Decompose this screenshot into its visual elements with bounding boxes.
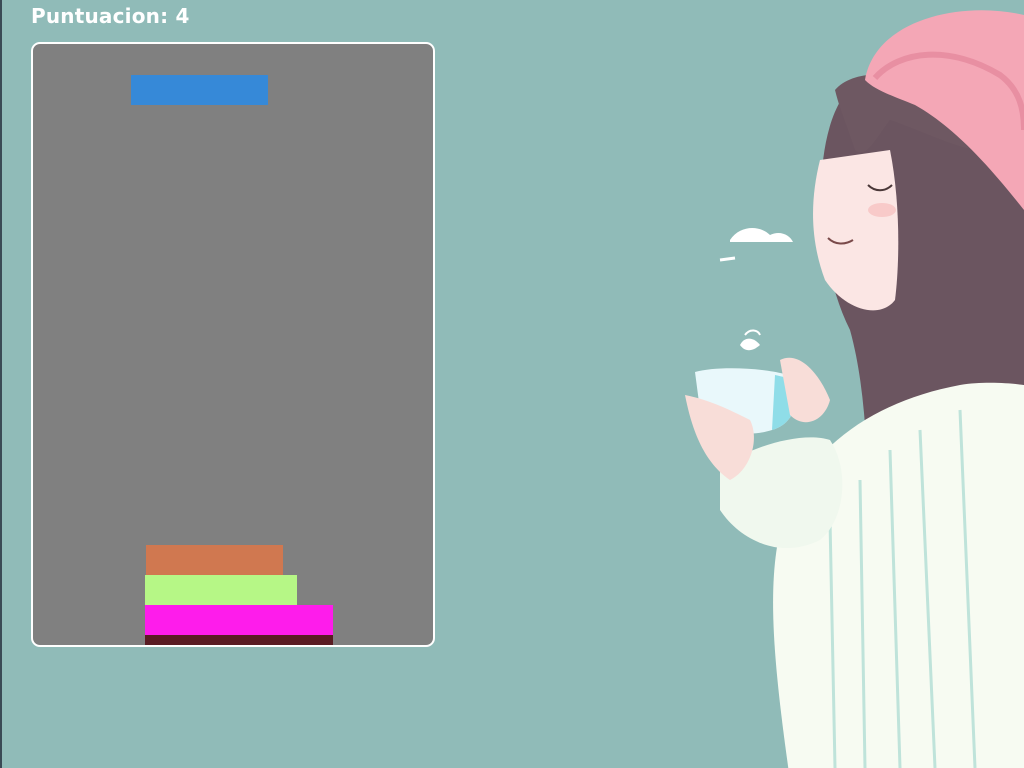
stacked-block [146, 545, 283, 575]
falling-block [131, 75, 268, 105]
background-illustration [685, 10, 1024, 768]
game-board[interactable] [31, 42, 435, 647]
window-edge [0, 0, 2, 768]
score-label: Puntuacion: 4 [31, 4, 190, 28]
stacked-block [145, 635, 333, 645]
stacked-block [145, 605, 333, 635]
stacked-block [145, 575, 297, 605]
